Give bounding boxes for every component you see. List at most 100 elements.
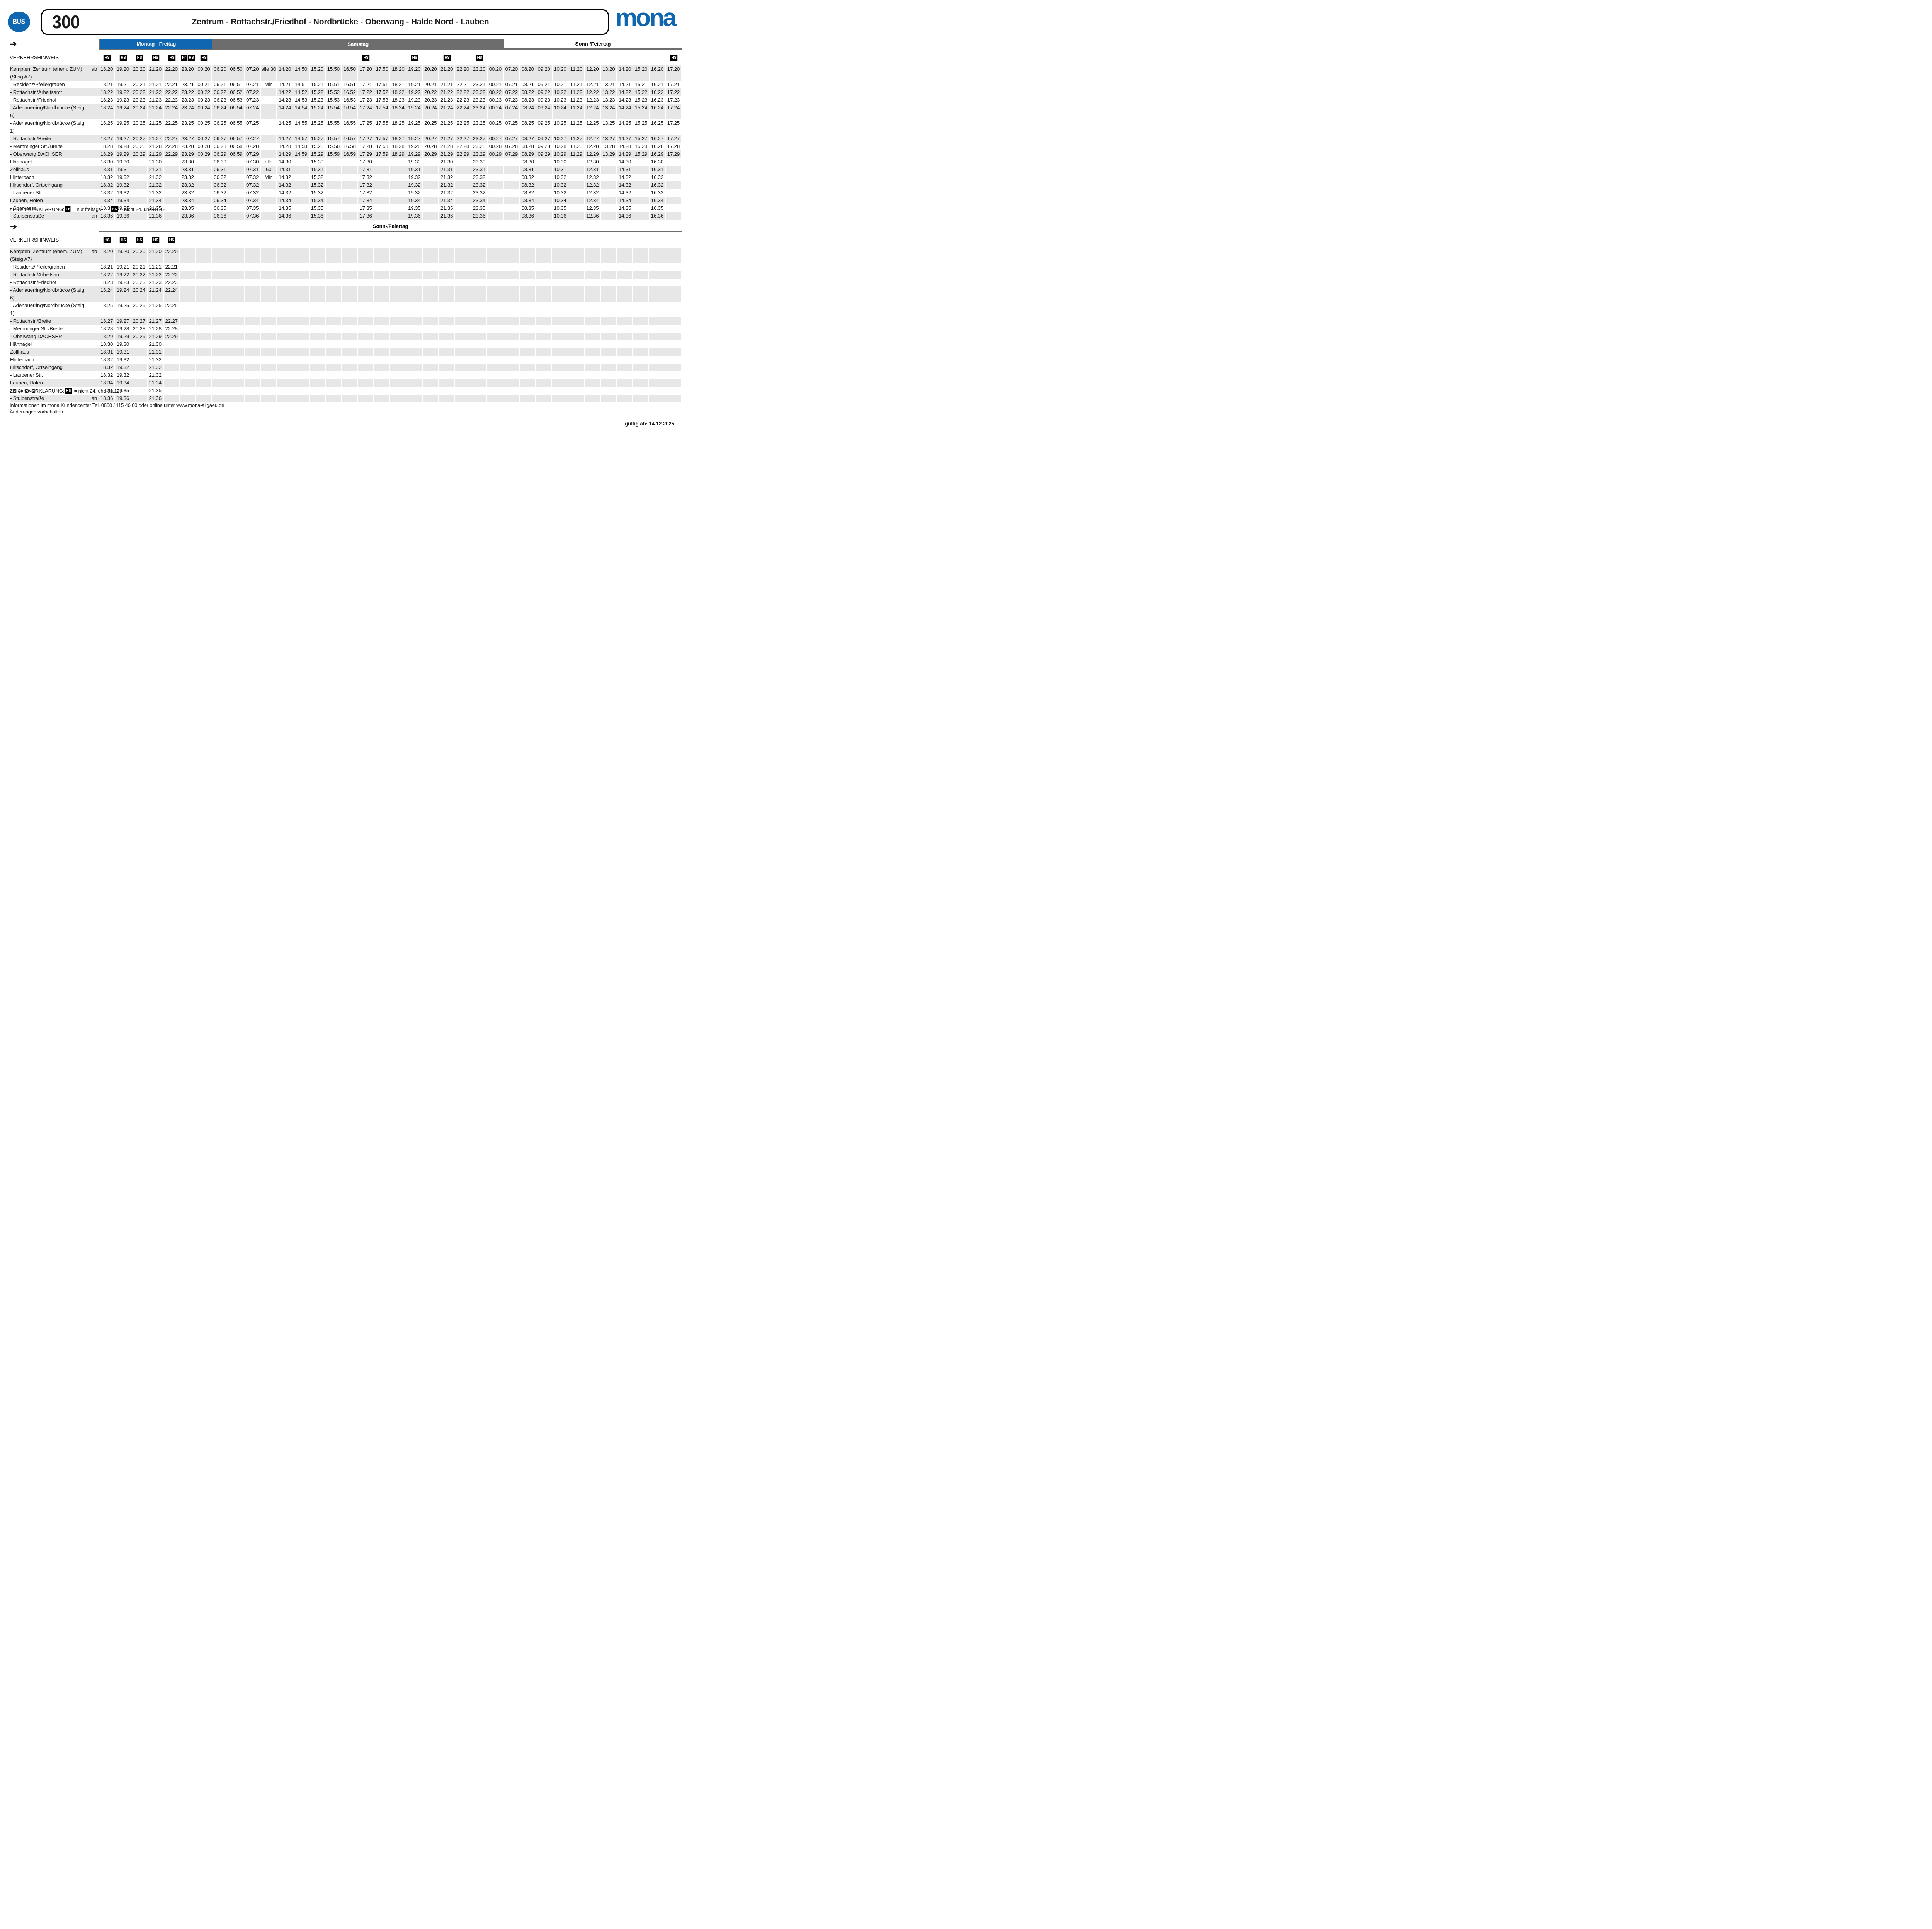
empty-time-cell <box>180 333 196 340</box>
empty-time-cell <box>374 387 390 395</box>
empty-time-cell <box>585 387 601 395</box>
empty-time-cell <box>439 325 455 333</box>
hs-cell <box>277 53 293 61</box>
empty-time-cell <box>423 263 439 271</box>
stop-name-cell: - Rottachstr./Breite <box>10 135 99 143</box>
empty-time-cell <box>666 204 682 212</box>
stop-name-cell: Zollhaus <box>10 166 99 174</box>
empty-time-cell <box>374 204 391 212</box>
time-cell: 22.21 <box>164 81 180 88</box>
empty-time-cell <box>471 348 488 356</box>
time-cell: 18.32 <box>99 371 115 379</box>
time-cell: 10.32 <box>553 174 569 181</box>
stop-name: - Residenz/Pfeilergraben <box>10 81 65 88</box>
empty-time-cell <box>228 248 245 263</box>
stop-row: - Adenauerring/Nordbrücke (Steig 1)18.25… <box>10 119 682 135</box>
empty-time-cell <box>617 317 633 325</box>
hs-cell <box>326 236 342 244</box>
empty-time-cell <box>293 166 310 174</box>
empty-time-cell <box>131 371 148 379</box>
empty-time-cell <box>455 263 471 271</box>
empty-time-cell <box>455 379 471 387</box>
empty-time-cell <box>520 333 536 340</box>
traffic-note-row: VERKEHRSHINWEISHSHSHSHSHS <box>10 236 682 244</box>
empty-time-cell <box>568 248 585 263</box>
empty-time-cell <box>131 166 148 174</box>
stop-row: - Oberwang DACHSER18.2919.2920.2921.2922… <box>10 150 682 158</box>
empty-time-cell <box>536 181 553 189</box>
empty-time-cell <box>212 317 228 325</box>
empty-time-cell <box>488 174 504 181</box>
time-cell: 17.50 <box>374 65 391 81</box>
time-cell: 23.32 <box>471 181 488 189</box>
empty-time-cell <box>439 356 455 364</box>
empty-time-cell <box>390 166 406 174</box>
empty-time-cell <box>293 263 310 271</box>
empty-time-cell <box>164 181 180 189</box>
empty-time-cell <box>164 189 180 197</box>
time-cell: 60 <box>261 166 277 174</box>
empty-time-cell <box>406 348 423 356</box>
time-cell: 21.25 <box>439 119 455 135</box>
empty-time-cell <box>649 325 665 333</box>
empty-time-cell <box>536 317 552 325</box>
empty-time-cell <box>131 364 148 371</box>
empty-time-cell <box>633 286 649 302</box>
empty-time-cell <box>326 248 342 263</box>
time-cell: 06.51 <box>228 81 245 88</box>
time-cell: 19.32 <box>115 174 131 181</box>
empty-time-cell <box>536 158 553 166</box>
empty-time-cell <box>455 333 471 340</box>
time-cell: 06.32 <box>212 189 228 197</box>
time-cell: 12.27 <box>585 135 601 143</box>
hs-cell <box>520 236 536 244</box>
time-cell: 14.51 <box>293 81 310 88</box>
time-cell: 19.25 <box>115 119 131 135</box>
stop-row: - Rottachstr./Breite18.2719.2720.2721.27… <box>10 135 682 143</box>
empty-time-cell <box>552 348 568 356</box>
time-cell: 15.28 <box>310 143 326 150</box>
empty-time-cell <box>439 340 455 348</box>
empty-time-cell <box>374 174 391 181</box>
time-cell: 16.30 <box>650 158 666 166</box>
time-cell: 22.25 <box>455 119 471 135</box>
stop-row: Hinterbach18.3219.3221.32 <box>10 356 682 364</box>
time-cell: 18.28 <box>99 143 115 150</box>
stop-name: Kempten, Zentrum (ehem. ZUM)(Steig A7) <box>10 248 82 263</box>
stop-name-cell: Hirschdorf, Ortseingang <box>10 181 99 189</box>
empty-time-cell <box>406 379 423 387</box>
time-cell: 14.32 <box>617 174 633 181</box>
hs-cell <box>455 236 471 244</box>
empty-time-cell <box>487 333 503 340</box>
empty-time-cell <box>261 150 277 158</box>
time-cell: 07.34 <box>245 197 261 204</box>
time-cell: 06.55 <box>228 119 245 135</box>
empty-time-cell <box>212 333 228 340</box>
hs-cell <box>277 236 293 244</box>
stop-row: - Laubener Str.18.3219.3221.32 <box>10 371 682 379</box>
empty-time-cell <box>196 181 213 189</box>
hs-badge: HS <box>188 55 195 61</box>
time-cell: 22.29 <box>164 333 180 340</box>
time-cell: 10.23 <box>553 96 569 104</box>
empty-time-cell <box>617 356 633 364</box>
time-cell: 06.58 <box>228 143 245 150</box>
time-cell: 17.58 <box>374 143 391 150</box>
hs-cell <box>293 53 310 61</box>
time-cell: 10.28 <box>553 143 569 150</box>
empty-time-cell <box>504 174 520 181</box>
empty-time-cell <box>358 279 374 286</box>
empty-time-cell <box>374 317 390 325</box>
time-cell: 23.30 <box>471 158 488 166</box>
empty-time-cell <box>568 174 585 181</box>
empty-time-cell <box>342 158 358 166</box>
time-cell: 21.27 <box>439 135 455 143</box>
empty-time-cell <box>552 286 568 302</box>
time-cell: 19.28 <box>115 325 131 333</box>
time-cell: 17.30 <box>358 158 374 166</box>
time-cell: 14.35 <box>617 204 633 212</box>
time-cell: 20.28 <box>423 143 439 150</box>
time-cell: 15.50 <box>326 65 342 81</box>
time-cell: 22.28 <box>164 143 180 150</box>
empty-time-cell <box>617 395 633 402</box>
